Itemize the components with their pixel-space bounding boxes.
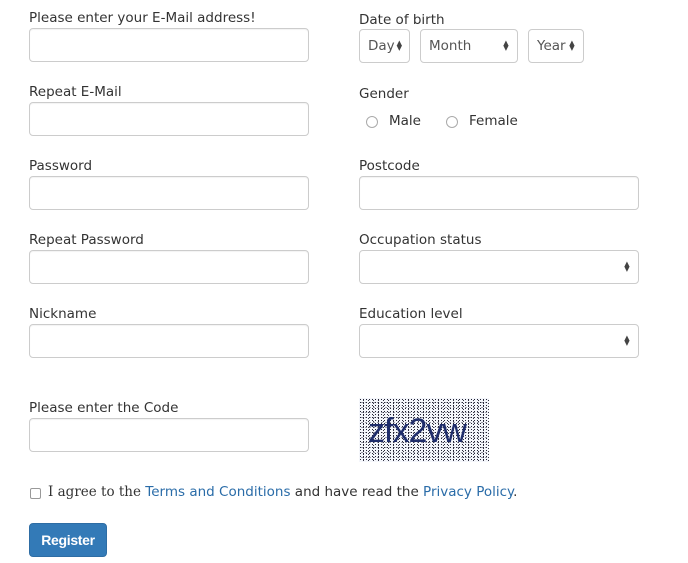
education-level-select[interactable]: ▲ ▼ (359, 324, 639, 358)
register-button[interactable]: Register (29, 523, 107, 557)
select-arrows-icon: ▲ ▼ (503, 39, 509, 52)
code-input[interactable] (29, 418, 309, 452)
occupation-status-label: Occupation status (359, 232, 482, 248)
agree-checkbox[interactable] (30, 488, 41, 499)
gender-male-radio[interactable] (366, 116, 378, 128)
repeat-email-input[interactable] (29, 102, 309, 136)
password-input[interactable] (29, 176, 309, 210)
gender-male-label[interactable]: Male (389, 113, 421, 129)
email-label: Please enter your E-Mail address! (29, 10, 256, 26)
postcode-label: Postcode (359, 158, 420, 174)
month-select-value: Month (429, 38, 472, 54)
day-select-value: Day (368, 38, 395, 54)
nickname-label: Nickname (29, 306, 97, 322)
select-arrows-icon: ▲ ▼ (624, 260, 630, 273)
email-input[interactable] (29, 28, 309, 62)
agree-text: I agree to the Terms and Conditions and … (48, 484, 517, 500)
captcha-text: zfx2vw (368, 411, 467, 450)
date-of-birth-label: Date of birth (359, 12, 445, 28)
year-select-value: Year (537, 38, 566, 54)
agree-middle: and have read the (290, 484, 424, 500)
captcha-image: zfx2vw (359, 398, 489, 462)
gender-female-radio[interactable] (446, 116, 458, 128)
agree-prefix: I agree to the (48, 484, 146, 500)
repeat-email-label: Repeat E-Mail (29, 84, 122, 100)
nickname-input[interactable] (29, 324, 309, 358)
agree-suffix: . (513, 484, 518, 500)
gender-female-label[interactable]: Female (469, 113, 518, 129)
month-select[interactable]: Month ▲ ▼ (420, 29, 518, 63)
code-label: Please enter the Code (29, 400, 179, 416)
gender-label: Gender (359, 86, 409, 102)
select-arrows-icon: ▲ ▼ (624, 334, 630, 347)
day-select[interactable]: Day ▲ ▼ (359, 29, 410, 63)
postcode-input[interactable] (359, 176, 639, 210)
occupation-status-select[interactable]: ▲ ▼ (359, 250, 639, 284)
terms-link[interactable]: Terms and Conditions (145, 484, 290, 500)
select-arrows-icon: ▲ ▼ (396, 39, 403, 52)
repeat-password-label: Repeat Password (29, 232, 144, 248)
privacy-policy-link[interactable]: Privacy Policy (423, 484, 513, 500)
education-level-label: Education level (359, 306, 463, 322)
password-label: Password (29, 158, 93, 174)
year-select[interactable]: Year ▲ ▼ (528, 29, 584, 63)
select-arrows-icon: ▲ ▼ (569, 39, 575, 52)
repeat-password-input[interactable] (29, 250, 309, 284)
